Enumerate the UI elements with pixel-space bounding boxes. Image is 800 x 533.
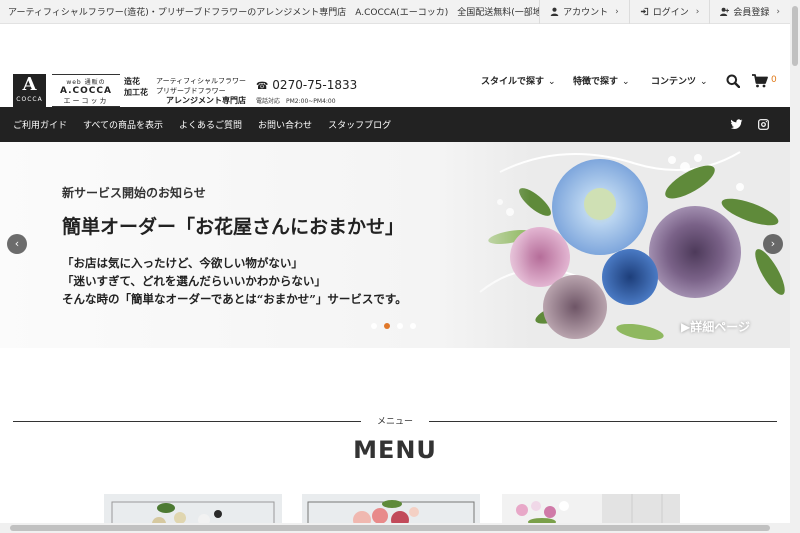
hero-line-1: 「お店は気に入ったけど、今欲しい物がない」 (62, 256, 303, 270)
nav-contact[interactable]: お問い合わせ (250, 118, 320, 131)
divider-right (429, 421, 777, 422)
cart-count: 0 (771, 75, 777, 85)
slider-dots (371, 323, 416, 329)
login-link[interactable]: ログイン › (628, 0, 710, 24)
nav-staff-blog[interactable]: スタッフブログ (320, 118, 399, 131)
slider-dot[interactable] (410, 323, 416, 329)
register-link[interactable]: 会員登録 › (709, 0, 790, 24)
search-icon[interactable] (726, 74, 740, 88)
logo-letter: A (22, 74, 37, 95)
social-links (730, 118, 790, 131)
menu-section-label: メニュー (13, 414, 777, 428)
chevron-right-icon: › (615, 6, 619, 17)
hero-detail-link[interactable]: ▶詳細ページ (681, 318, 750, 335)
chevron-right-icon: › (776, 6, 780, 17)
phone-text: 0270-75-1833 (272, 78, 358, 92)
account-label: アカウント (563, 8, 609, 18)
horizontal-scroll-thumb[interactable] (10, 525, 770, 531)
chevron-down-icon: ⌄ (548, 77, 556, 87)
login-label: ログイン (652, 8, 689, 18)
cart-icon[interactable] (752, 74, 768, 88)
main-nav: ご利用ガイド すべての商品を表示 よくあるご質問 お問い合わせ スタッフブログ (0, 107, 790, 142)
hero-line-2: 「迷いすぎて、どれを選んだらいいかわからない」 (62, 274, 326, 288)
phone-icon: ☎ (256, 81, 269, 92)
page: アーティフィシャルフラワー(造花)・プリザーブドフラワーのアレンジメント専門店 … (0, 0, 790, 533)
nav-all-products[interactable]: すべての商品を表示 (75, 118, 171, 131)
menu-style-label: スタイルで探す (481, 77, 545, 87)
sign-in-icon (640, 7, 648, 16)
menu-style-search[interactable]: スタイルで探す ⌄ (481, 74, 556, 87)
chevron-right-icon: › (770, 237, 776, 250)
logo-mark[interactable]: A COCCA (13, 74, 46, 107)
vertical-scroll-thumb[interactable] (792, 6, 798, 66)
slider-prev-button[interactable]: ‹ (7, 234, 27, 254)
slider-dot[interactable] (397, 323, 403, 329)
logo-brand-name: A.COCCA (60, 86, 112, 96)
chevron-down-icon: ⌄ (700, 77, 708, 87)
menu-title: MENU (353, 436, 437, 464)
hero-line-3: そんな時の「簡単なオーダーであとは“おまかせ”」サービスです。 (62, 292, 407, 306)
account-link[interactable]: アカウント › (539, 0, 629, 24)
chevron-down-icon: ⌄ (622, 77, 630, 87)
hero-body: 「お店は気に入ったけど、今欲しい物がない」 「迷いすぎて、どれを選んだらいいかわ… (62, 254, 407, 308)
slider-next-button[interactable]: › (763, 234, 783, 254)
nav-guide[interactable]: ご利用ガイド (0, 118, 75, 131)
menu-contents-label: コンテンツ (651, 77, 697, 87)
instagram-icon[interactable] (757, 118, 770, 131)
logo-brand-kana: エーコッカ (63, 97, 109, 105)
menu-feature-label: 特徴で探す (573, 77, 619, 87)
logo-sub-2: プリザーブドフラワー (156, 87, 226, 95)
logo-category: 造花 加工花 (124, 76, 148, 98)
user-plus-icon (720, 7, 730, 16)
slider-dot[interactable] (371, 323, 377, 329)
register-label: 会員登録 (733, 8, 770, 18)
logo-cat-1: 造花 (124, 77, 140, 86)
phone-hours: 電話対応 PM2:00~PM4:00 (256, 98, 336, 105)
vertical-scrollbar[interactable] (790, 0, 800, 533)
user-icon (550, 7, 559, 16)
logo-cat-2: 加工花 (124, 88, 148, 97)
logo-sub-1: アーティフィシャルフラワー (156, 77, 247, 85)
logo-web-line: web 通販の (66, 79, 106, 86)
chevron-left-icon: ‹ (14, 237, 20, 250)
phone-number[interactable]: ☎ 0270-75-1833 (256, 78, 357, 92)
nav-faq[interactable]: よくあるご質問 (171, 118, 250, 131)
menu-contents[interactable]: コンテンツ ⌄ (651, 74, 708, 87)
slider-dot[interactable] (384, 323, 390, 329)
menu-feature-search[interactable]: 特徴で探す ⌄ (573, 74, 630, 87)
twitter-icon[interactable] (730, 118, 743, 131)
horizontal-scrollbar[interactable] (0, 523, 790, 533)
hero-title: 簡単オーダー「お花屋さんにおまかせ」 (62, 216, 405, 238)
chevron-right-icon: › (695, 6, 700, 17)
top-bar: アーティフィシャルフラワー(造花)・プリザーブドフラワーのアレンジメント専門店 … (0, 0, 790, 24)
hero-kicker: 新サービス開始のお知らせ (62, 186, 206, 200)
logo-sub-3: アレンジメント専門店 (166, 96, 246, 105)
logo-brand[interactable]: web 通販の A.COCCA エーコッカ (52, 74, 120, 107)
site-header: A COCCA web 通販の A.COCCA エーコッカ 造花 加工花 アーテ… (0, 24, 790, 108)
logo-sub: COCCA (16, 96, 43, 103)
shop-notice: アーティフィシャルフラワー(造花)・プリザーブドフラワーのアレンジメント専門店 … (8, 8, 540, 18)
logo-subtitle: アーティフィシャルフラワー プリザーブドフラワー アレンジメント専門店 (156, 76, 246, 106)
hero-slider[interactable]: 新サービス開始のお知らせ 簡単オーダー「お花屋さんにおまかせ」 「お店は気に入っ… (0, 142, 790, 348)
